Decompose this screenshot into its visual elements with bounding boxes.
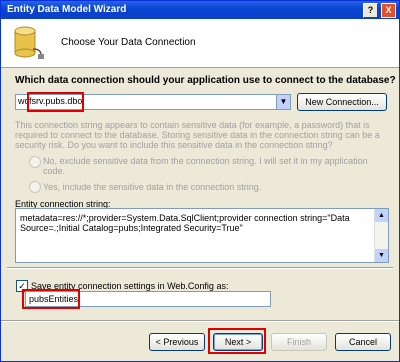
wizard-header: Choose Your Data Connection xyxy=(1,19,399,68)
radio-exclude[interactable] xyxy=(29,156,41,168)
entity-connection-text: metadata=res://*;provider=System.Data.Sq… xyxy=(20,213,350,233)
radio-include-label: Yes, include the sensitive data in the c… xyxy=(43,182,262,192)
chevron-down-icon[interactable]: ▼ xyxy=(276,95,290,109)
database-icon xyxy=(14,26,44,59)
window-title: Entity Data Model Wizard xyxy=(7,4,127,15)
radio-exclude-label: No, exclude sensitive data from the conn… xyxy=(43,156,368,176)
divider xyxy=(7,267,393,269)
scroll-up-icon[interactable]: ▲ xyxy=(375,209,388,222)
highlight-connection xyxy=(27,92,84,112)
sensitive-description: This connection string appears to contai… xyxy=(15,120,380,150)
finish-button[interactable]: Finish xyxy=(271,333,327,351)
previous-button[interactable]: < Previous xyxy=(149,333,205,351)
connection-question: Which data connection should your applic… xyxy=(15,75,396,86)
page-title: Choose Your Data Connection xyxy=(61,37,196,48)
new-connection-button[interactable]: New Connection... xyxy=(297,93,387,111)
vertical-scrollbar[interactable]: ▲ ▼ xyxy=(374,209,388,262)
cancel-button[interactable]: Cancel xyxy=(335,333,391,351)
radio-include[interactable] xyxy=(29,181,41,193)
title-bar[interactable]: Entity Data Model Wizard ? X xyxy=(1,1,399,19)
highlight-entity-name xyxy=(22,289,80,309)
highlight-next xyxy=(208,328,266,354)
footer-divider xyxy=(1,320,399,322)
entity-connection-string[interactable]: metadata=res://*;provider=System.Data.Sq… xyxy=(15,208,389,263)
close-button[interactable]: X xyxy=(381,3,396,18)
scroll-down-icon[interactable]: ▼ xyxy=(375,249,388,262)
wizard-window: Entity Data Model Wizard ? X Choose Your… xyxy=(0,0,400,362)
help-button[interactable]: ? xyxy=(363,3,378,18)
